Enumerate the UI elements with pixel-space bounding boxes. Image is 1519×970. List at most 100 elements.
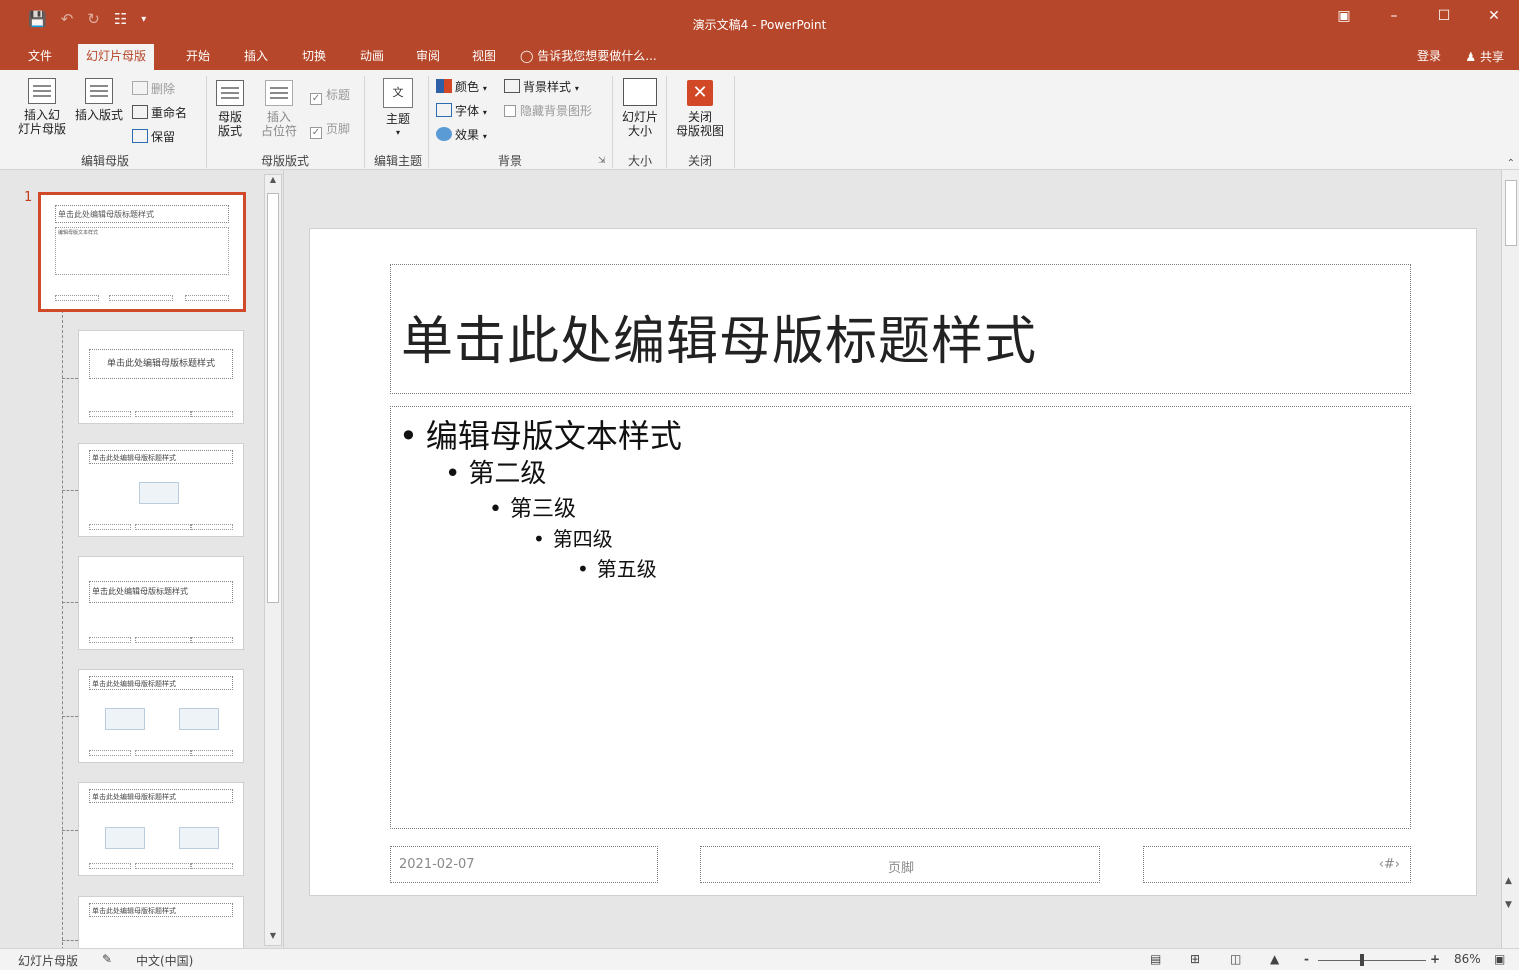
view-name-label: 幻灯片母版 [18,954,79,968]
text-level-5: • 第五级 [577,557,657,581]
master-layout-icon [216,80,244,106]
thumbnail-scrollbar[interactable]: ▲ ▼ [264,174,282,946]
rename-icon [132,105,148,119]
slide-size-button[interactable]: 幻灯片 大小 [616,78,664,138]
layout-thumbnail[interactable]: 单击此处编辑母版标题样式 [78,443,244,537]
text-level-1: • 编辑母版文本样式 [399,417,682,455]
master-thumbnail[interactable]: 单击此处编辑母版标题样式 编辑母版文本样式 [38,192,246,312]
tab-review[interactable]: 审阅 [408,44,448,70]
layout-thumbnail[interactable]: 单击此处编辑母版标题样式 [78,556,244,650]
rename-button[interactable]: 重命名 [132,104,187,121]
zoom-in-button[interactable]: + [1430,952,1440,966]
group-separator [206,76,207,168]
fonts-dropdown[interactable]: 字体 ▾ [436,102,487,119]
close-master-view-icon: ✕ [687,80,713,106]
zoom-level[interactable]: 86% [1454,952,1481,966]
fit-to-window-icon[interactable]: ▣ [1494,952,1505,966]
chevron-down-icon: ▾ [482,84,487,93]
minimize-icon[interactable]: – [1369,8,1419,24]
group-separator [666,76,667,168]
accessibility-check-icon[interactable]: ✎ [102,952,112,966]
insert-placeholder-icon [265,80,293,106]
layout-thumbnail[interactable]: 单击此处编辑母版标题样式 [78,330,244,424]
effects-icon [436,127,452,141]
lightbulb-icon: ◯ [520,49,534,63]
zoom-slider-knob[interactable] [1360,954,1364,966]
background-styles-dropdown[interactable]: 背景样式 ▾ [504,78,579,95]
scroll-down-arrow-icon[interactable]: ▼ [265,931,281,945]
insert-placeholder-button[interactable]: 插入 占位符 [254,80,304,138]
tab-insert[interactable]: 插入 [236,44,276,70]
group-label-edit-master: 编辑母版 [80,154,129,168]
collapse-ribbon-icon[interactable]: ⌃ [1507,158,1515,169]
reading-view-icon[interactable]: ◫ [1230,952,1241,966]
footer-placeholder[interactable]: 页脚 [700,846,1100,883]
body-placeholder[interactable]: • 编辑母版文本样式 • 第二级 • 第三级 • 第四级 • 第五级 [390,406,1411,829]
colors-dropdown[interactable]: 颜色 ▾ [436,78,487,95]
group-separator [364,76,365,168]
close-master-view-button[interactable]: ✕ 关闭 母版视图 [670,80,730,138]
picture-placeholder-icon [179,827,219,849]
slide-editing-area: 单击此处编辑母版标题样式 • 编辑母版文本样式 • 第二级 • 第三级 • 第四级 • 第… [285,170,1501,948]
picture-placeholder-icon [139,482,179,504]
insert-layout-button[interactable]: 插入版式 [70,78,128,122]
slide-thumbnail-pane: 1 单击此处编辑母版标题样式 编辑母版文本样式 单击此处编辑母版标题样式 单击此… [0,170,284,948]
ribbon-tab-row: 文件 幻灯片母版 开始 插入 切换 动画 审阅 视图 ◯ 告诉我您想要做什么..… [0,44,1519,70]
hide-background-graphics-checkbox[interactable]: 隐藏背景图形 [504,102,592,119]
previous-slide-icon[interactable]: ▲ [1505,876,1512,886]
slide-show-view-icon[interactable]: ▲ [1270,952,1279,966]
title-placeholder-text: 单击此处编辑母版标题样式 [401,312,1038,372]
slide-sorter-view-icon[interactable]: ⊞ [1190,952,1200,966]
tab-animations[interactable]: 动画 [352,44,392,70]
chevron-down-icon: ▾ [395,128,400,137]
layout-thumbnail[interactable]: 单击此处编辑母版标题样式 [78,669,244,763]
language-indicator[interactable]: 中文(中国) [136,952,193,969]
group-label-background: 背景 [497,154,522,168]
themes-button[interactable]: 文 主题 ▾ [374,78,422,140]
title-bar: 💾 ↶ ↻ ☷ ▾ 演示文稿4 - PowerPoint ▣ – ☐ ✕ [0,0,1519,44]
date-placeholder[interactable]: 2021-02-07 [390,846,658,883]
tab-file[interactable]: 文件 [20,44,60,70]
insert-layout-icon [85,78,113,104]
share-button[interactable]: ♟ 共享 [1458,46,1511,68]
delete-button[interactable]: 删除 [132,80,175,97]
normal-view-icon[interactable]: ▤ [1150,952,1161,966]
tab-view[interactable]: 视图 [464,44,504,70]
tab-slide-master[interactable]: 幻灯片母版 [78,44,155,70]
editor-vertical-scrollbar[interactable]: ▲ ▼ [1501,170,1519,948]
slide-master-canvas: 单击此处编辑母版标题样式 • 编辑母版文本样式 • 第二级 • 第三级 • 第四级 • 第… [310,229,1476,895]
group-label-edit-theme: 编辑主题 [373,154,422,168]
dialog-launcher-icon[interactable]: ⇲ [598,156,606,166]
preserve-button[interactable]: 保留 [132,128,175,145]
layout-thumbnail[interactable]: 单击此处编辑母版标题样式 [78,896,244,948]
scrollbar-thumb[interactable] [267,193,279,603]
maximize-icon[interactable]: ☐ [1419,8,1469,24]
zoom-out-button[interactable]: - [1304,952,1309,966]
zoom-slider-track[interactable] [1318,960,1426,961]
thumb-body: 编辑母版文本样式 [55,227,229,275]
tab-home[interactable]: 开始 [178,44,218,70]
insert-slide-master-button[interactable]: 插入幻 灯片母版 [14,78,70,136]
ribbon-display-options-icon[interactable]: ▣ [1319,8,1369,24]
tell-me-search[interactable]: ◯ 告诉我您想要做什么... [520,44,657,68]
master-layout-button[interactable]: 母版 版式 [212,80,248,138]
slide-number-placeholder[interactable]: ‹#› [1143,846,1411,883]
tab-transitions[interactable]: 切换 [294,44,334,70]
layout-thumbnail[interactable]: 单击此处编辑母版标题样式 [78,782,244,876]
group-separator [428,76,429,168]
scroll-up-arrow-icon[interactable]: ▲ [265,175,281,189]
status-bar: 幻灯片母版 ✎ 中文(中国) ▤ ⊞ ◫ ▲ - + 86% ▣ [0,948,1519,970]
scrollbar-thumb[interactable] [1505,180,1517,246]
fonts-icon [436,103,452,117]
background-styles-icon [504,79,520,93]
title-placeholder[interactable]: 单击此处编辑母版标题样式 [390,264,1411,394]
title-checkbox[interactable]: ✓ 标题 [310,86,350,105]
ribbon: 插入幻 灯片母版 插入版式 删除 重命名 保留 编辑母版 母版 版式 插入 占位… [0,70,1519,170]
close-icon[interactable]: ✕ [1469,8,1519,24]
footer-checkbox[interactable]: ✓ 页脚 [310,120,350,139]
themes-icon: 文 [383,78,413,108]
picture-placeholder-icon [105,708,145,730]
next-slide-icon[interactable]: ▼ [1505,900,1512,910]
effects-dropdown[interactable]: 效果 ▾ [436,126,487,143]
login-link[interactable]: 登录 [1417,44,1441,68]
